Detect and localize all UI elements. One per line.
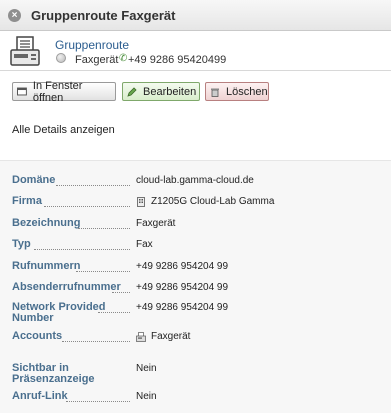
delete-label: Löschen xyxy=(226,85,268,98)
dot-leader xyxy=(98,305,130,313)
dot-leader xyxy=(112,285,130,293)
route-number[interactable]: +49 9286 95420499 xyxy=(128,54,226,66)
fax-account-icon xyxy=(136,331,146,342)
divider xyxy=(0,70,391,71)
presence-status-icon xyxy=(56,53,66,63)
network-number-value: +49 9286 954204 99 xyxy=(136,302,229,313)
presence-label: Sichtbar in Präsenzanzeige xyxy=(12,362,95,385)
company-value[interactable]: Z1205G Cloud-Lab Gamma xyxy=(136,196,274,207)
pencil-icon xyxy=(127,86,137,97)
route-header: Gruppenroute Faxgerät ✆ +49 9286 9542049… xyxy=(0,31,391,74)
fax-machine-icon xyxy=(10,36,40,66)
close-icon[interactable]: × xyxy=(8,8,21,22)
window-title: Gruppenroute Faxgerät xyxy=(31,7,176,23)
route-type: Faxgerät xyxy=(75,54,119,66)
dot-leader xyxy=(66,394,130,402)
dot-leader xyxy=(44,199,130,207)
domain-value: cloud-lab.gamma-cloud.de xyxy=(136,175,254,186)
network-number-label: Network Provided Number xyxy=(12,301,106,324)
presence-value: Nein xyxy=(136,363,157,374)
show-all-details-link[interactable]: Alle Details anzeigen xyxy=(12,124,115,136)
dot-leader xyxy=(34,242,130,250)
accounts-value[interactable]: Faxgerät xyxy=(136,331,190,342)
dot-leader xyxy=(56,178,130,186)
type-value: Fax xyxy=(136,239,153,250)
dot-leader xyxy=(76,264,130,272)
open-in-window-label: In Fenster öffnen xyxy=(32,79,83,104)
sender-number-value: +49 9286 954204 99 xyxy=(136,282,229,293)
dot-leader xyxy=(62,334,130,342)
call-link-value: Nein xyxy=(136,391,157,402)
details-panel: Domäne cloud-lab.gamma-cloud.de Firma Z1… xyxy=(0,160,391,413)
window-icon xyxy=(17,87,27,95)
edit-label: Bearbeiten xyxy=(143,85,197,98)
open-in-window-button[interactable]: In Fenster öffnen xyxy=(12,79,116,104)
dot-leader xyxy=(78,221,130,229)
edit-button[interactable]: Bearbeiten xyxy=(122,82,200,101)
phone-icon: ✆ xyxy=(119,53,128,64)
route-name[interactable]: Gruppenroute xyxy=(55,38,129,52)
description-value: Faxgerät xyxy=(136,218,176,229)
delete-button[interactable]: Löschen xyxy=(205,82,269,101)
window-titlebar: × Gruppenroute Faxgerät xyxy=(0,0,391,31)
trash-icon xyxy=(211,88,219,97)
building-icon xyxy=(137,196,145,207)
numbers-value: +49 9286 954204 99 xyxy=(136,261,229,272)
